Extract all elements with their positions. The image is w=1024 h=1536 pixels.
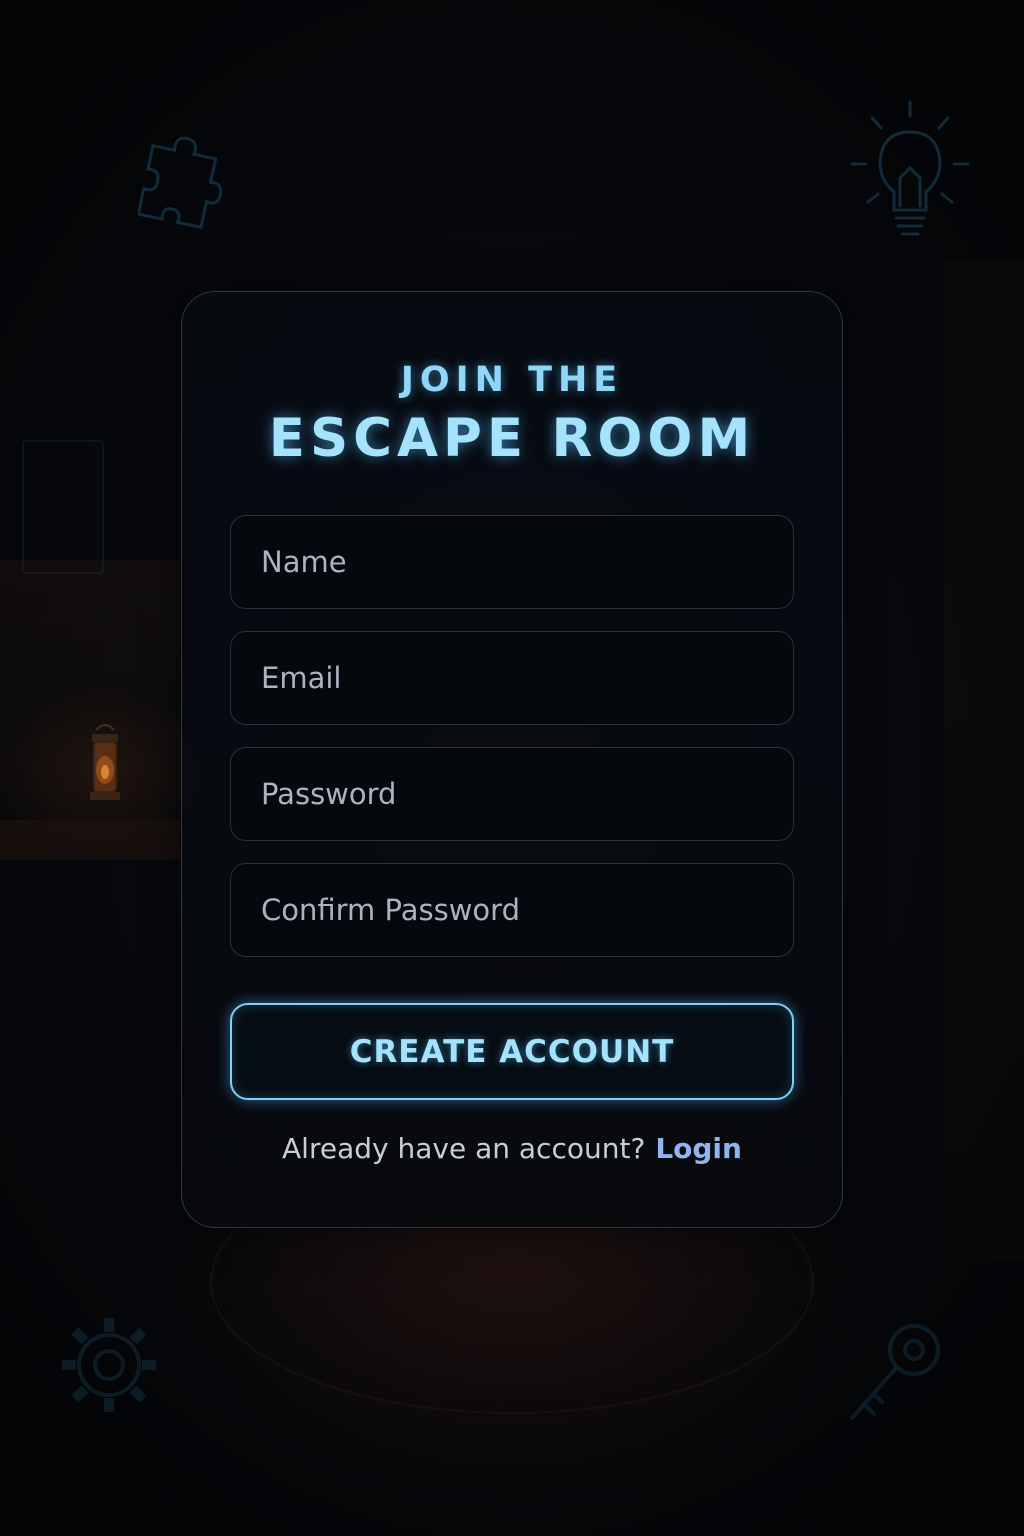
name-input[interactable]: [261, 545, 763, 579]
confirm-password-field[interactable]: [230, 863, 794, 957]
name-field[interactable]: [230, 515, 794, 609]
title-line-1: JOIN THE: [400, 360, 624, 400]
login-prompt: Already have an account? Login: [0, 1132, 1024, 1165]
login-prompt-text: Already have an account?: [282, 1132, 646, 1165]
bookshelf-left: [0, 560, 180, 860]
confirm-password-input[interactable]: [261, 893, 763, 927]
password-input[interactable]: [261, 777, 763, 811]
password-field[interactable]: [230, 747, 794, 841]
create-account-button[interactable]: CREATE ACCOUNT: [230, 1003, 794, 1100]
key-icon: [850, 1324, 940, 1420]
lantern-icon: [90, 724, 120, 800]
puzzle-icon: [138, 136, 222, 230]
email-input[interactable]: [261, 661, 763, 695]
login-link[interactable]: Login: [655, 1132, 742, 1165]
side-table: [0, 820, 180, 860]
gear-icon: [62, 1318, 156, 1412]
email-field[interactable]: [230, 631, 794, 725]
page-title: ESCAPE ROOM: [268, 408, 756, 469]
lightbulb-icon: [850, 100, 970, 236]
